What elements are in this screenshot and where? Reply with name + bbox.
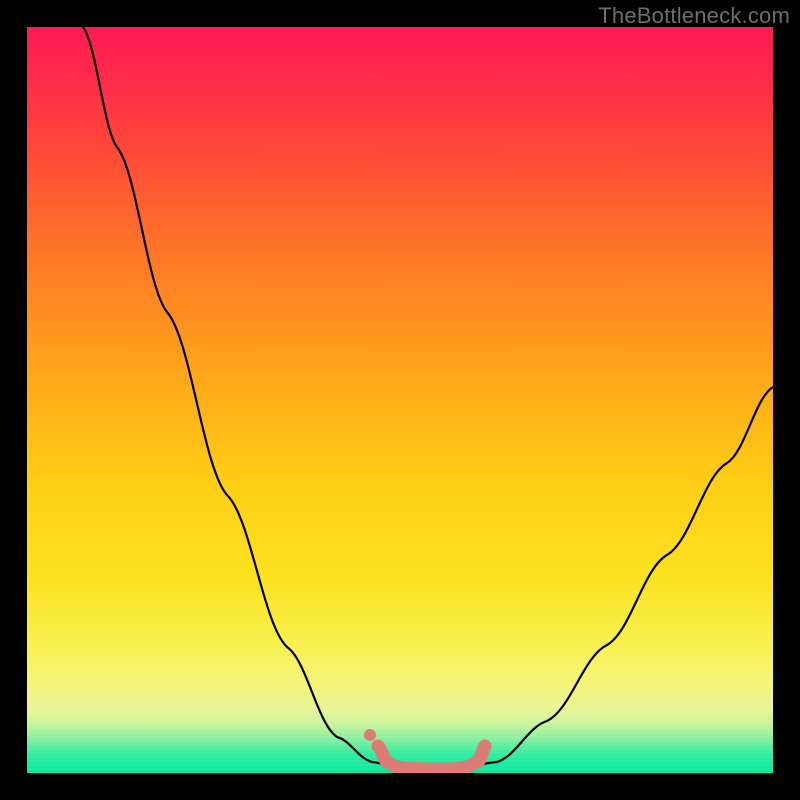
series-curve-left — [83, 27, 389, 765]
bottleneck-curve — [27, 27, 773, 773]
series-curve-right — [475, 387, 773, 765]
series-flat-dot — [364, 729, 376, 741]
series-flat-band — [378, 746, 485, 769]
chart-area — [27, 27, 773, 773]
watermark-text: TheBottleneck.com — [598, 3, 790, 29]
